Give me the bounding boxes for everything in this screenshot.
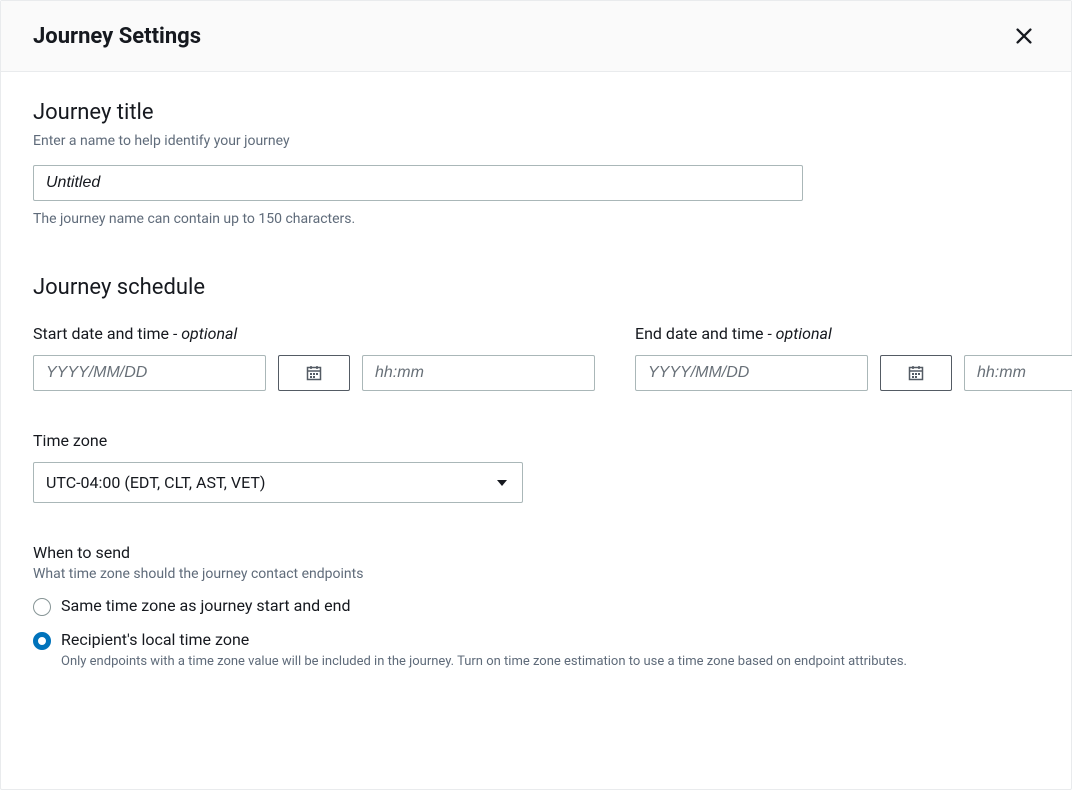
timezone-select[interactable]: UTC-04:00 (EDT, CLT, AST, VET) xyxy=(33,462,523,503)
end-date-time-group xyxy=(635,355,1072,391)
start-date-label-text: Start date and time xyxy=(33,324,169,343)
radio-option-recipient-timezone[interactable]: Recipient's local time zone Only endpoin… xyxy=(33,630,1039,671)
timezone-group: Time zone UTC-04:00 (EDT, CLT, AST, VET) xyxy=(33,431,1039,503)
journey-title-helper: The journey name can contain up to 150 c… xyxy=(33,211,1039,227)
close-button[interactable] xyxy=(1009,21,1039,51)
start-time-input[interactable] xyxy=(362,355,595,391)
radio-description: Only endpoints with a time zone value wi… xyxy=(61,653,1039,671)
journey-schedule-section: Journey schedule Start date and time - o… xyxy=(33,275,1039,671)
end-date-calendar-button[interactable] xyxy=(880,355,952,391)
panel-header: Journey Settings xyxy=(1,1,1071,72)
timezone-label: Time zone xyxy=(33,431,1039,450)
end-time-input[interactable] xyxy=(964,355,1072,391)
schedule-row: Start date and time - optional xyxy=(33,324,1039,391)
end-date-label: End date and time - optional xyxy=(635,324,1072,343)
start-date-label: Start date and time - optional xyxy=(33,324,595,343)
optional-suffix: - optional xyxy=(169,324,237,343)
journey-title-section: Journey title Enter a name to help ident… xyxy=(33,100,1039,227)
radio-option-same-timezone[interactable]: Same time zone as journey start and end xyxy=(33,596,1039,616)
journey-settings-panel: Journey Settings Journey title Enter a n… xyxy=(0,0,1072,790)
panel-body: Journey title Enter a name to help ident… xyxy=(1,72,1071,747)
radio-label-text[interactable]: Recipient's local time zone xyxy=(61,630,1039,649)
optional-suffix: - optional xyxy=(764,324,832,343)
calendar-icon xyxy=(908,365,924,381)
start-date-calendar-button[interactable] xyxy=(278,355,350,391)
start-date-input[interactable] xyxy=(33,355,266,391)
when-to-send-title: When to send xyxy=(33,543,1039,562)
radio-label-text[interactable]: Same time zone as journey start and end xyxy=(61,596,1039,615)
calendar-icon xyxy=(306,365,322,381)
start-date-time-group xyxy=(33,355,595,391)
journey-title-label: Journey title xyxy=(33,100,1039,125)
journey-title-input[interactable] xyxy=(33,165,803,201)
end-date-col: End date and time - optional xyxy=(635,324,1072,391)
timezone-select-wrapper: UTC-04:00 (EDT, CLT, AST, VET) xyxy=(33,462,523,503)
when-to-send-group: When to send What time zone should the j… xyxy=(33,543,1039,671)
radio-label-container: Recipient's local time zone Only endpoin… xyxy=(61,630,1039,671)
journey-schedule-label: Journey schedule xyxy=(33,275,1039,300)
when-to-send-subtitle: What time zone should the journey contac… xyxy=(33,566,1039,582)
end-date-label-text: End date and time xyxy=(635,324,764,343)
start-date-col: Start date and time - optional xyxy=(33,324,595,391)
close-icon xyxy=(1013,25,1035,47)
end-date-input[interactable] xyxy=(635,355,868,391)
radio-input[interactable] xyxy=(33,632,51,650)
radio-label-container: Same time zone as journey start and end xyxy=(61,596,1039,615)
panel-title: Journey Settings xyxy=(33,24,201,49)
journey-title-subtitle: Enter a name to help identify your journ… xyxy=(33,133,1039,149)
radio-input[interactable] xyxy=(33,598,51,616)
